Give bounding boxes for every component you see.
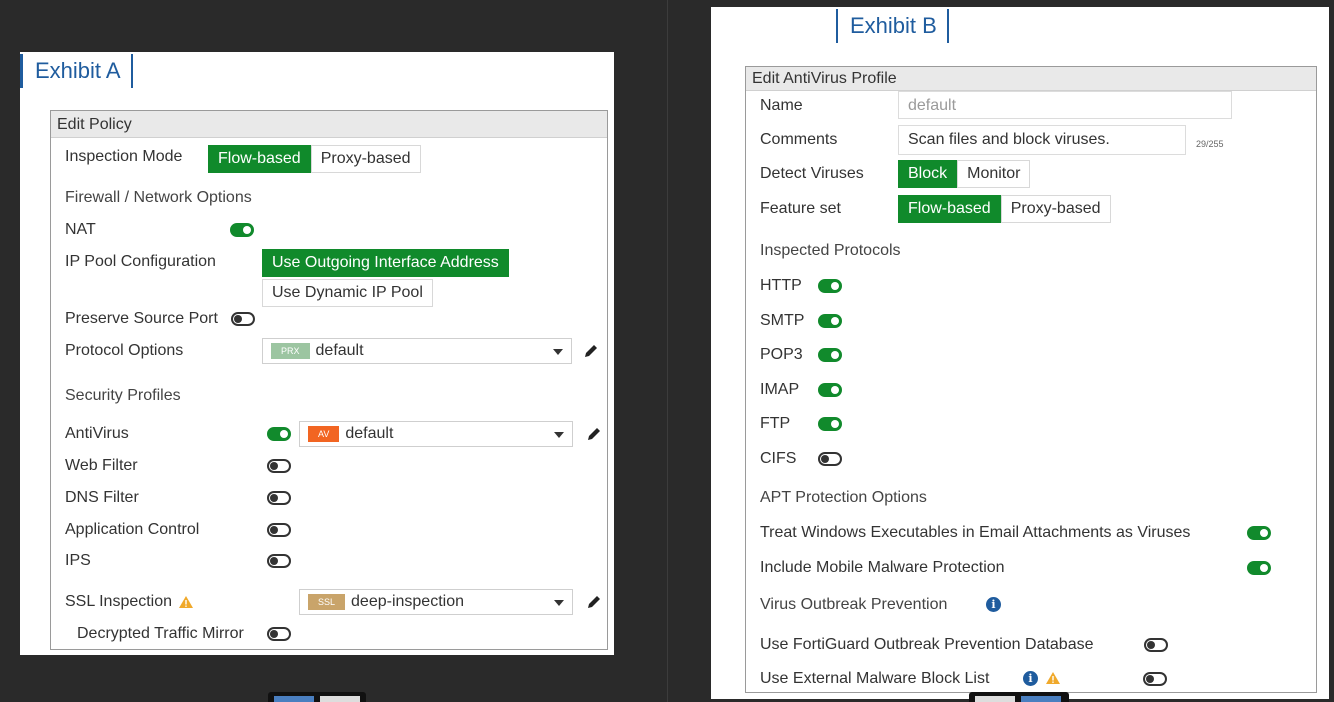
virus-outbreak-section-title: Virus Outbreak Prevention xyxy=(760,596,948,613)
dropdown-caret-icon xyxy=(554,432,564,438)
protocol-imap-toggle[interactable] xyxy=(818,383,842,397)
ip-pool-outgoing-option[interactable]: Use Outgoing Interface Address xyxy=(262,249,509,277)
inspection-mode-proxy-option[interactable]: Proxy-based xyxy=(310,145,421,173)
antivirus-label: AntiVirus xyxy=(65,425,129,442)
inspection-mode-toggle: Flow-based Proxy-based xyxy=(208,145,421,173)
exhibit-a-tab[interactable]: Exhibit A xyxy=(20,54,133,88)
name-input[interactable]: default xyxy=(898,91,1232,119)
mobile-malware-toggle[interactable] xyxy=(1247,561,1271,575)
ips-label: IPS xyxy=(65,552,91,569)
decrypted-mirror-label: Decrypted Traffic Mirror xyxy=(77,625,244,642)
detect-viruses-monitor-option[interactable]: Monitor xyxy=(957,160,1031,188)
name-label: Name xyxy=(760,97,803,114)
application-control-label: Application Control xyxy=(65,521,200,538)
preserve-source-port-label: Preserve Source Port xyxy=(65,310,218,327)
preserve-source-port-toggle[interactable] xyxy=(231,312,255,326)
av-badge: AV xyxy=(308,426,340,442)
external-blocklist-toggle[interactable] xyxy=(1143,672,1167,686)
feature-set-flow-option[interactable]: Flow-based xyxy=(898,195,1001,223)
antivirus-profile-value: default xyxy=(345,425,394,442)
inspection-mode-label: Inspection Mode xyxy=(65,148,183,165)
exhibit-b-tab[interactable]: Exhibit B xyxy=(836,9,949,43)
protocol-http-label: HTTP xyxy=(760,277,802,294)
protocol-smtp-toggle[interactable] xyxy=(818,314,842,328)
protocol-options-label: Protocol Options xyxy=(65,342,184,359)
fortiguard-db-toggle[interactable] xyxy=(1144,638,1168,652)
pager-tabs-b xyxy=(969,692,1069,702)
warning-icon xyxy=(179,596,193,608)
protocol-cifs-toggle[interactable] xyxy=(818,452,842,466)
dropdown-caret-icon xyxy=(553,349,563,355)
page-tab-a[interactable] xyxy=(320,696,360,702)
edit-pencil-icon[interactable] xyxy=(582,342,600,360)
comments-char-counter: 29/255 xyxy=(1196,139,1224,149)
dropdown-caret-icon xyxy=(554,600,564,606)
protocol-options-select[interactable]: PRX default xyxy=(262,338,572,364)
comments-label: Comments xyxy=(760,131,838,148)
protocol-options-value: default xyxy=(315,342,364,359)
ip-pool-dynamic-option[interactable]: Use Dynamic IP Pool xyxy=(262,279,433,307)
detect-viruses-toggle: Block Monitor xyxy=(898,160,1031,188)
detect-viruses-block-option[interactable]: Block xyxy=(898,160,958,188)
ips-toggle[interactable] xyxy=(267,554,291,568)
ssl-inspection-label: SSL Inspection xyxy=(65,593,173,610)
exhibit-a-panel: Exhibit A Edit Policy Inspection Mode Fl… xyxy=(20,52,614,655)
protocol-pop3-toggle[interactable] xyxy=(818,348,842,362)
antivirus-profile-select[interactable]: AV default xyxy=(299,421,573,447)
protocol-smtp-label: SMTP xyxy=(760,312,805,329)
pager-tabs-a xyxy=(268,692,366,702)
exhibit-b-panel: Exhibit B Edit AntiVirus Profile Name de… xyxy=(711,7,1329,699)
info-icon[interactable]: i xyxy=(986,597,1001,612)
comments-textarea[interactable]: Scan files and block viruses. xyxy=(898,125,1186,155)
page-tab-b-active[interactable] xyxy=(1021,696,1061,702)
protocol-cifs-label: CIFS xyxy=(760,450,797,467)
ssl-inspection-select[interactable]: SSL deep-inspection xyxy=(299,589,573,615)
detect-viruses-label: Detect Viruses xyxy=(760,165,864,182)
edit-pencil-icon[interactable] xyxy=(585,425,603,443)
decrypted-mirror-toggle[interactable] xyxy=(267,627,291,641)
fortiguard-db-label: Use FortiGuard Outbreak Prevention Datab… xyxy=(760,636,1094,653)
ip-pool-label: IP Pool Configuration xyxy=(65,253,216,270)
info-icon[interactable]: i xyxy=(1023,671,1038,686)
warning-icon xyxy=(1046,672,1060,684)
screen-divider xyxy=(667,0,668,702)
dns-filter-label: DNS Filter xyxy=(65,489,139,506)
nat-label: NAT xyxy=(65,221,96,238)
dialog-header: Edit Policy xyxy=(51,111,607,138)
treat-windows-exec-label: Treat Windows Executables in Email Attac… xyxy=(760,524,1191,541)
ssl-badge: SSL xyxy=(308,594,346,610)
prx-badge: PRX xyxy=(271,343,310,359)
ip-pool-options: Use Outgoing Interface Address Use Dynam… xyxy=(262,249,509,307)
application-control-toggle[interactable] xyxy=(267,523,291,537)
protocol-imap-label: IMAP xyxy=(760,381,800,398)
web-filter-toggle[interactable] xyxy=(267,459,291,473)
inspection-mode-flow-option[interactable]: Flow-based xyxy=(208,145,311,173)
apt-protection-section-title: APT Protection Options xyxy=(760,489,927,506)
protocol-ftp-toggle[interactable] xyxy=(818,417,842,431)
protocol-pop3-label: POP3 xyxy=(760,346,803,363)
ssl-inspection-value: deep-inspection xyxy=(351,593,464,610)
edit-pencil-icon[interactable] xyxy=(585,593,603,611)
page-tab-b[interactable] xyxy=(975,696,1015,702)
edit-policy-dialog: Edit Policy Inspection Mode Flow-based P… xyxy=(50,110,608,650)
feature-set-label: Feature set xyxy=(760,200,841,217)
page-tab-a-active[interactable] xyxy=(274,696,314,702)
firewall-section-title: Firewall / Network Options xyxy=(65,189,252,206)
nat-toggle[interactable] xyxy=(230,223,254,237)
mobile-malware-label: Include Mobile Malware Protection xyxy=(760,559,1005,576)
feature-set-proxy-option[interactable]: Proxy-based xyxy=(1000,195,1111,223)
dns-filter-toggle[interactable] xyxy=(267,491,291,505)
antivirus-toggle[interactable] xyxy=(267,427,291,441)
external-blocklist-label: Use External Malware Block List xyxy=(760,670,990,687)
security-profiles-section-title: Security Profiles xyxy=(65,387,181,404)
protocol-http-toggle[interactable] xyxy=(818,279,842,293)
dialog-header: Edit AntiVirus Profile xyxy=(746,67,1316,91)
feature-set-toggle: Flow-based Proxy-based xyxy=(898,195,1111,223)
web-filter-label: Web Filter xyxy=(65,457,138,474)
protocol-ftp-label: FTP xyxy=(760,415,791,432)
treat-windows-exec-toggle[interactable] xyxy=(1247,526,1271,540)
edit-antivirus-profile-dialog: Edit AntiVirus Profile Name default Comm… xyxy=(745,66,1317,693)
inspected-protocols-section-title: Inspected Protocols xyxy=(760,242,901,259)
